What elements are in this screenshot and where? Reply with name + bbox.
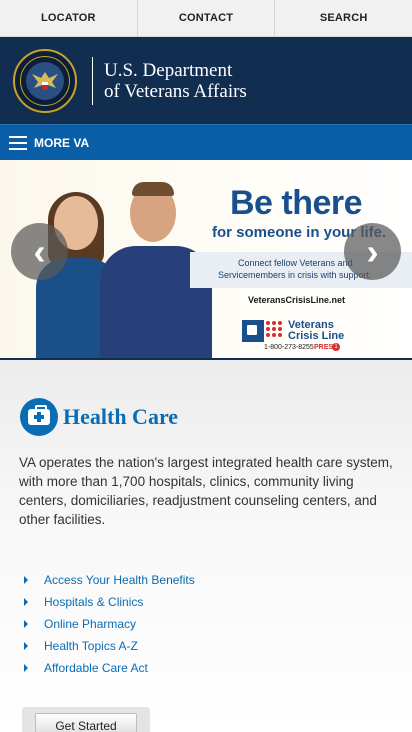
crisis-line-name-2: Crisis Line	[288, 330, 345, 342]
crisis-line-phone: 1-800-273-8255	[264, 344, 314, 351]
list-item: Health Topics A-Z	[19, 635, 393, 657]
hero-message-line2: Servicemembers in crisis with support.	[218, 270, 372, 280]
hero-message-line1: Connect fellow Veterans and	[238, 258, 353, 268]
link-health-topics[interactable]: Health Topics A-Z	[44, 639, 138, 653]
health-care-links: Access Your Health Benefits Hospitals & …	[19, 569, 393, 679]
bullet-arrow-icon	[24, 642, 28, 650]
get-started-button[interactable]: Get Started	[35, 713, 137, 732]
link-online-pharmacy[interactable]: Online Pharmacy	[44, 617, 136, 631]
more-va-label[interactable]: MORE VA	[34, 136, 89, 150]
header-divider	[92, 56, 93, 105]
top-navigation: LOCATOR CONTACT SEARCH	[0, 0, 412, 37]
medical-kit-icon	[20, 398, 58, 436]
crisis-line-press-number: 1	[332, 343, 340, 351]
bullet-arrow-icon	[24, 620, 28, 628]
hero-carousel: Be there for someone in your life. Conne…	[0, 160, 412, 360]
eagle-icon	[32, 71, 58, 90]
locator-link[interactable]: LOCATOR	[0, 0, 138, 36]
hamburger-icon[interactable]	[9, 135, 27, 150]
list-item: Affordable Care Act	[19, 657, 393, 679]
search-link[interactable]: SEARCH	[275, 0, 412, 36]
agency-name[interactable]: U.S. Department of Veterans Affairs	[104, 60, 247, 102]
site-header: U.S. Department of Veterans Affairs	[0, 37, 412, 124]
crisis-line-url[interactable]: VeteransCrisisLine.net	[248, 295, 345, 305]
bullet-arrow-icon	[24, 598, 28, 606]
health-care-section: Health Care VA operates the nation's lar…	[0, 360, 412, 732]
section-description: VA operates the nation's largest integra…	[19, 455, 393, 527]
carousel-prev-button[interactable]: ‹	[11, 223, 68, 280]
link-hospitals-clinics[interactable]: Hospitals & Clinics	[44, 595, 143, 609]
list-item: Access Your Health Benefits	[19, 569, 393, 591]
contact-link[interactable]: CONTACT	[138, 0, 276, 36]
hero-title: Be there	[230, 184, 363, 222]
more-va-menu-bar[interactable]: MORE VA	[0, 124, 412, 160]
carousel-next-button[interactable]: ›	[344, 223, 401, 280]
chevron-right-icon: ›	[366, 230, 379, 272]
bullet-arrow-icon	[24, 664, 28, 672]
bullet-arrow-icon	[24, 576, 28, 584]
crisis-line-dots-icon	[266, 321, 282, 337]
agency-name-line1: U.S. Department	[104, 59, 233, 81]
link-affordable-care-act[interactable]: Affordable Care Act	[44, 661, 148, 675]
list-item: Hospitals & Clinics	[19, 591, 393, 613]
crisis-line-logo-icon	[242, 320, 264, 342]
chevron-left-icon: ‹	[33, 230, 46, 272]
agency-name-line2: of Veterans Affairs	[104, 80, 247, 102]
eagle-emblem	[26, 61, 64, 100]
get-started-container: Get Started	[22, 707, 150, 732]
section-heading: Health Care	[20, 398, 393, 436]
list-item: Online Pharmacy	[19, 613, 393, 635]
section-title: Health Care	[63, 404, 179, 429]
va-seal-icon[interactable]	[13, 48, 77, 113]
link-access-health-benefits[interactable]: Access Your Health Benefits	[44, 573, 195, 587]
